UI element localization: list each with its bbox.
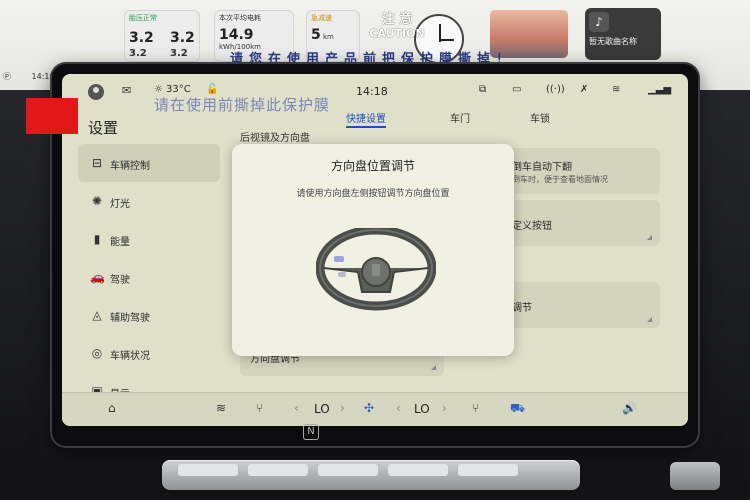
car-mode-icon[interactable]: ⛟: [510, 401, 525, 417]
music-card: ♪ 暂无歌曲名称: [585, 8, 661, 60]
car-control-icon: ⊟: [91, 156, 103, 170]
sidebar-item-label: 车辆控制: [110, 161, 150, 172]
light-icon: ✺: [91, 194, 103, 208]
battery-icon: ▮: [93, 232, 101, 246]
notification-icon[interactable]: ✉: [122, 84, 131, 97]
music-title: 暂无歌曲名称: [589, 37, 637, 46]
tire-value-rr: 3.2: [170, 48, 188, 59]
mirror-tilt-subtitle: 倒车时，便于查看地面情况: [512, 175, 608, 184]
temp-right-decrease[interactable]: ‹: [396, 401, 401, 415]
sidebar-item-label: 驾驶: [110, 275, 130, 286]
deceleration-title: 急减速: [311, 14, 332, 22]
deceleration-unit: km: [322, 33, 334, 41]
energy-value: 14.9: [219, 27, 254, 43]
cellular-icon: ▁▃▅: [648, 84, 672, 95]
deceleration-value: 5: [311, 27, 321, 43]
sidebar-item-label: 车辆状况: [110, 351, 150, 362]
sidebar-item-energy[interactable]: ▮ 能量: [78, 220, 220, 258]
sidebar-item-assist-driving[interactable]: ◬ 辅助驾驶: [78, 296, 220, 334]
settings-tabs: 快捷设置 车门 车锁: [344, 110, 664, 130]
hw-button-3[interactable]: [318, 464, 378, 476]
music-note-icon: ♪: [589, 12, 609, 32]
sidebar-item-vehicle-status[interactable]: ◎ 车辆状况: [78, 334, 220, 372]
hw-button-2[interactable]: [248, 464, 308, 476]
dashcam-icon[interactable]: ▭: [512, 84, 521, 95]
temp-left-increase[interactable]: ›: [340, 401, 345, 415]
hw-button-1[interactable]: [178, 464, 238, 476]
wifi-icon[interactable]: ≋: [612, 84, 620, 95]
infotainment-screen: ✉ ☼ 33°C 🔓 14:18 ⧉ ▭ ((·)) ✗ ≋ ▁▃▅ 请在使用前…: [62, 74, 688, 426]
page-title: 设置: [88, 119, 119, 137]
hardware-button-bar: [162, 460, 580, 490]
sidebar-item-label: 灯光: [110, 199, 130, 210]
settings-sidebar: ⊟ 车辆控制 ✺ 灯光 ▮ 能量 🚗 驾驶 ◬ 辅助驾驶 ◎ 车辆状况 ▣: [78, 144, 220, 398]
status-time: 14:18: [356, 85, 388, 98]
seat-heat-left-icon[interactable]: ⑂: [256, 401, 263, 415]
link-icon[interactable]: ⧉: [479, 84, 486, 95]
film-watermark: 请在使用前撕掉此保护膜: [154, 96, 331, 114]
caution-cn: 注 意: [381, 12, 413, 27]
dialog-title: 方向盘位置调节: [330, 159, 415, 173]
tire-pressure-card: 胎压正常 3.2 3.2 3.2 3.2: [124, 10, 200, 62]
dialog-description: 请使用方向盘左侧按钮调节方向盘位置: [296, 189, 450, 199]
fan-icon[interactable]: ✣: [364, 401, 374, 415]
sidebar-item-lights[interactable]: ✺ 灯光: [78, 182, 220, 220]
mirror-tilt-title: 倒车自动下翻: [512, 162, 572, 173]
mini-status: Ⓟ 14:18: [0, 68, 60, 86]
tire-value-fl: 3.2: [129, 30, 154, 46]
temp-right-increase[interactable]: ›: [442, 401, 447, 415]
home-icon[interactable]: ⌂: [108, 401, 116, 415]
expand-corner-icon: [647, 317, 652, 322]
signal-icon[interactable]: ((·)): [546, 84, 565, 95]
bluetooth-off-icon[interactable]: ✗: [580, 84, 588, 95]
nfc-icon: N: [303, 424, 319, 440]
mini-gear-icon: Ⓟ: [3, 72, 11, 81]
caution-en: CAUTION: [369, 27, 425, 40]
section-label: 后视镜及方向盘: [240, 133, 310, 144]
temp-left-decrease[interactable]: ‹: [294, 401, 299, 415]
tab-locks[interactable]: 车锁: [530, 110, 550, 125]
vehicle-status-icon: ◎: [91, 346, 103, 360]
hw-button-5[interactable]: [458, 464, 518, 476]
caution-label: 注 意 CAUTION: [362, 8, 432, 40]
car-icon: 🚗: [90, 270, 105, 284]
sidebar-item-driving[interactable]: 🚗 驾驶: [78, 258, 220, 296]
adjust-title: 调节: [512, 303, 532, 314]
sidebar-item-label: 能量: [110, 237, 130, 248]
tire-value-rl: 3.2: [129, 48, 147, 59]
hw-button-4[interactable]: [388, 464, 448, 476]
steering-adjust-dialog: 方向盘位置调节 请使用方向盘左侧按钮调节方向盘位置: [232, 144, 514, 356]
left-temperature: LO: [314, 402, 330, 416]
seat-heat-right-icon[interactable]: ⑂: [472, 401, 479, 415]
tab-doors[interactable]: 车门: [450, 110, 470, 125]
expand-corner-icon: [431, 365, 436, 370]
rear-defrost-icon[interactable]: ≋: [216, 401, 226, 415]
sidebar-item-vehicle-control[interactable]: ⊟ 车辆控制: [78, 144, 220, 182]
expand-corner-icon: [647, 235, 652, 240]
climate-dock: ⌂ ≋ ⑂ ‹ LO › ✣ ‹ LO › ⑂ ⛟ 🔊: [62, 392, 688, 426]
peel-tab[interactable]: [26, 98, 78, 134]
tire-pressure-title: 胎压正常: [129, 14, 157, 22]
photo-stage: { "sticker": { "card1_title": "胎压正常", "c…: [0, 0, 750, 500]
tire-value-fr: 3.2: [170, 30, 195, 46]
hardware-knob[interactable]: [670, 462, 720, 490]
assist-driving-icon: ◬: [92, 308, 102, 322]
energy-card-title: 本次平均电耗: [219, 14, 261, 22]
avatar[interactable]: [88, 84, 104, 100]
right-temperature: LO: [414, 402, 430, 416]
tab-quick-settings[interactable]: 快捷设置: [346, 110, 386, 128]
steering-wheel-icon: [316, 228, 436, 311]
custom-button-title: 定义按钮: [512, 221, 552, 232]
sidebar-item-label: 辅助驾驶: [110, 313, 150, 324]
volume-icon[interactable]: 🔊: [622, 401, 637, 415]
